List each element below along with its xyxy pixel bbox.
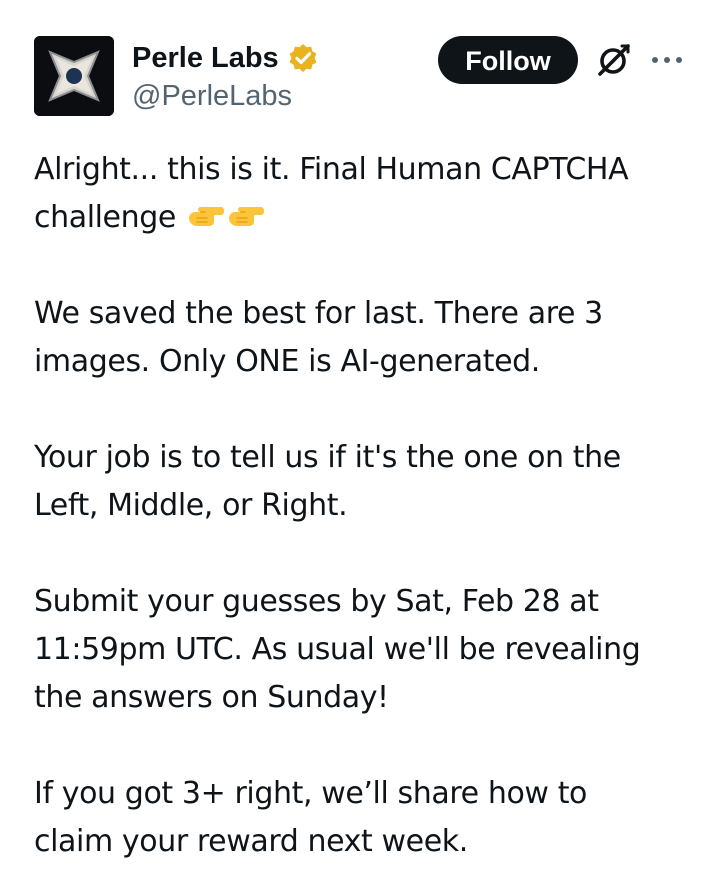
tweet-paragraph: We saved the best for last. There are 3 …	[34, 290, 694, 386]
tweet-text: Alright... this is it. Final Human CAPTC…	[34, 146, 694, 866]
follow-button[interactable]: Follow	[438, 36, 578, 84]
tweet-header: Perle Labs @PerleLabs Follow	[34, 36, 694, 116]
tweet-line: images. Only ONE is AI-generated.	[34, 344, 540, 379]
tweet-line: Alright... this is it. Final Human CAPTC…	[34, 152, 629, 187]
backhand-index-pointing-left-icon	[185, 196, 225, 226]
perle-labs-logo-icon	[34, 36, 114, 116]
avatar[interactable]	[34, 36, 114, 116]
tweet-line: Your job is to tell us if it's the one o…	[34, 440, 621, 475]
tweet-line: claim your reward next week.	[34, 824, 468, 859]
tweet-line: Submit your guesses by Sat, Feb 28 at	[34, 584, 599, 619]
grok-icon[interactable]	[596, 42, 632, 78]
tweet-line: If you got 3+ right, we’ll share how to	[34, 776, 588, 811]
name-row: Perle Labs	[132, 38, 319, 78]
tweet-line: challenge	[34, 194, 694, 242]
display-name[interactable]: Perle Labs	[132, 38, 279, 78]
tweet-line: We saved the best for last. There are 3	[34, 296, 603, 331]
tweet-line: the answers on Sunday!	[34, 680, 389, 715]
tweet-line-text: challenge	[34, 200, 186, 235]
backhand-index-pointing-left-icon	[225, 196, 265, 226]
author-block: Perle Labs @PerleLabs	[132, 38, 319, 114]
more-options-icon[interactable]	[650, 50, 684, 70]
gold-verified-badge-icon[interactable]	[287, 42, 319, 74]
author-handle[interactable]: @PerleLabs	[132, 78, 319, 114]
tweet-paragraph: Your job is to tell us if it's the one o…	[34, 434, 694, 530]
tweet-line: Left, Middle, or Right.	[34, 488, 348, 523]
tweet-paragraph: Submit your guesses by Sat, Feb 28 at 11…	[34, 578, 694, 722]
tweet-paragraph: Alright... this is it. Final Human CAPTC…	[34, 146, 694, 242]
tweet-paragraph: If you got 3+ right, we’ll share how to …	[34, 770, 694, 866]
tweet-line: 11:59pm UTC. As usual we'll be revealing	[34, 632, 641, 667]
